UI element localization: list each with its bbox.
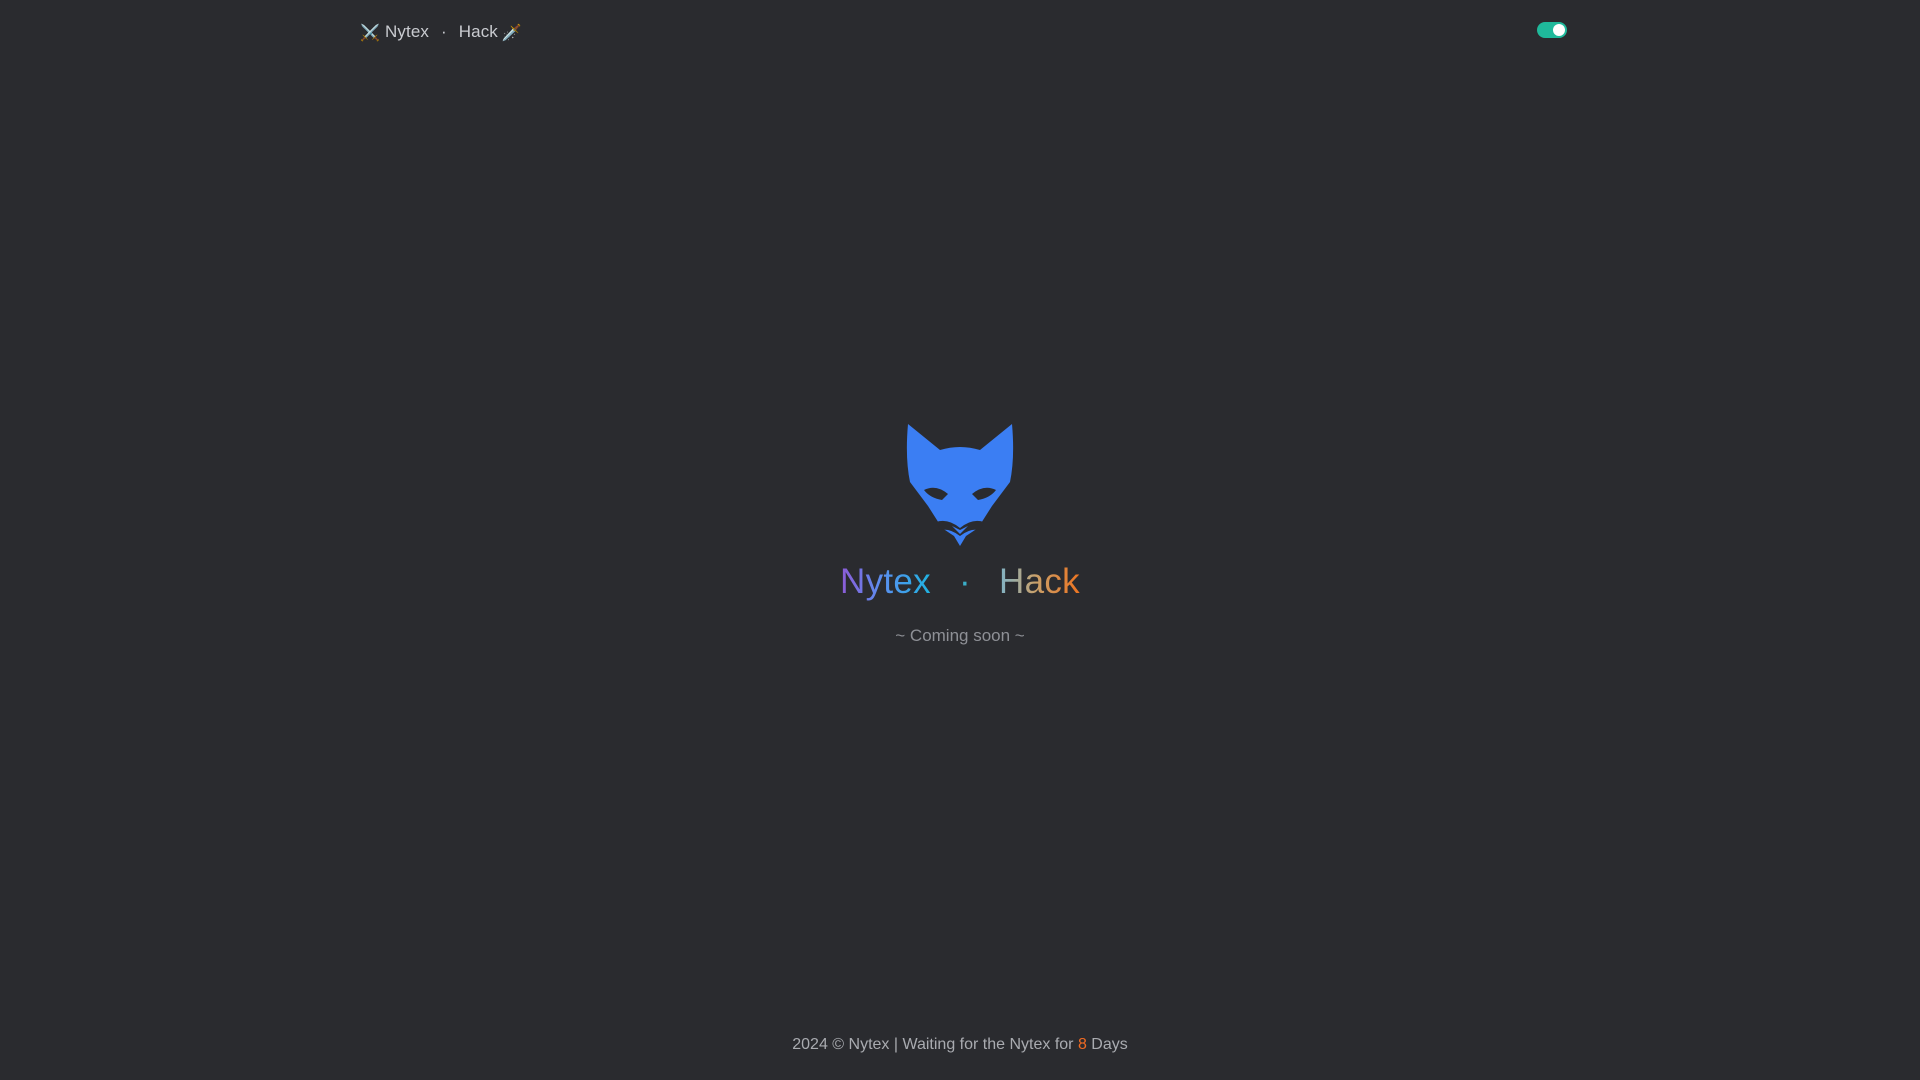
hero-title-hack: Hack: [999, 562, 1080, 601]
brand-separator: ·: [441, 22, 447, 41]
toggle-knob: [1553, 24, 1565, 36]
hero-title-separator: ·: [959, 562, 971, 601]
theme-toggle[interactable]: [1537, 22, 1567, 38]
coming-soon-tagline: ~ Coming soon ~: [895, 626, 1025, 645]
crossed-swords-icon: ⚔️: [360, 22, 381, 42]
brand-word-nytex: Nytex: [385, 22, 429, 41]
dagger-icon: 🗡️: [501, 22, 522, 42]
hero-title-nytex: Nytex: [840, 562, 931, 601]
page: ⚔️ Nytex · Hack 🗡️ Nytex · Hack ~ Coming…: [0, 0, 1920, 1080]
footer-prefix: 2024 © Nytex | Waiting for the Nytex for: [792, 1036, 1078, 1053]
brand-link[interactable]: ⚔️ Nytex · Hack 🗡️: [360, 19, 522, 45]
footer-suffix: Days: [1086, 1036, 1128, 1053]
footer: 2024 © Nytex | Waiting for the Nytex for…: [0, 1036, 1920, 1054]
footer-days-count: 8: [1077, 1036, 1087, 1053]
fox-head-icon: [906, 424, 1014, 546]
hero-title: Nytex · Hack: [0, 558, 1920, 606]
brand-word-hack: Hack: [458, 22, 498, 41]
